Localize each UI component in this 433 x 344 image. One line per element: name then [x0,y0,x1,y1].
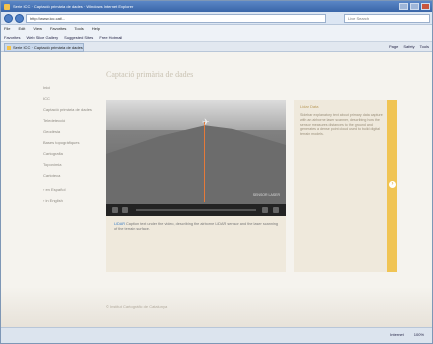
nav-item-cartografia[interactable]: Cartografia [43,151,98,156]
window-title: Serie ICC · Captació primària de dades ·… [13,4,134,9]
content-panel: ✈ SENSOR LASER LiDAR Caption text under … [106,100,286,272]
language-link-en[interactable]: › in English [43,198,98,203]
tab-bar: Serie ICC · Captació primària de dades P… [1,42,432,52]
safety-menu[interactable]: Safety [403,44,414,49]
menu-file[interactable]: File [4,25,10,33]
video-caption: LiDAR Caption text under the video, desc… [114,222,278,232]
address-bar: http://www.icc.cat/... Live Search [1,12,432,25]
menu-edit[interactable]: Edit [18,25,25,33]
window-controls [399,3,430,10]
left-navigation: Inici ICC Captació primària de dades Tel… [43,85,98,209]
nav-item-bases[interactable]: Bases topogràfiques [43,140,98,145]
page-title: Captació primària de dades [106,70,194,79]
web-page: Captació primària de dades Inici ICC Cap… [1,52,432,327]
video-player[interactable]: ✈ SENSOR LASER [106,100,286,216]
maximize-button[interactable] [410,3,419,10]
sidebar-text: Sidebar explanatory text about primary d… [300,113,383,137]
nav-item-toponimia[interactable]: Toponímia [43,162,98,167]
url-input[interactable]: http://www.icc.cat/... [26,14,326,23]
stop-button[interactable] [122,207,128,213]
favorites-bar: Favorites Web Slice Gallery Suggested Si… [1,33,432,42]
airplane-icon: ✈ [202,117,210,127]
decorative-wave [1,287,432,327]
caption-link[interactable]: LiDAR [114,222,125,226]
browser-tab[interactable]: Serie ICC · Captació primària de dades [4,43,84,52]
internet-zone: Internet [390,332,404,337]
video-sky [106,100,286,130]
nav-item-icc[interactable]: ICC [43,96,98,101]
status-right: Internet 100% [390,332,424,337]
volume-button[interactable] [262,207,268,213]
ie-icon [4,4,10,10]
menu-view[interactable]: View [33,25,42,33]
nav-item-inici[interactable]: Inici [43,85,98,90]
close-button[interactable] [421,3,430,10]
caption-text: Caption text under the video, describing… [114,222,279,231]
page-menu[interactable]: Page [389,44,398,49]
command-bar: Page Safety Tools [389,44,429,49]
fullscreen-button[interactable] [273,207,279,213]
video-progress[interactable] [136,209,256,211]
slider-bar[interactable]: › [387,100,397,272]
favorites-link[interactable]: Free Hotmail [99,33,122,41]
tab-label: Serie ICC · Captació primària de dades [13,45,83,50]
zoom-level[interactable]: 100% [414,332,424,337]
chevron-right-icon[interactable]: › [389,181,396,188]
sidebar-heading: Lidar Data [300,104,319,109]
menu-help[interactable]: Help [92,25,100,33]
menu-favorites[interactable]: Favorites [50,25,66,33]
menu-bar: File Edit View Favorites Tools Help [1,25,432,33]
laser-beam [204,122,205,202]
page-footer: © Institut Cartogràfic de Catalunya [106,304,168,309]
back-button[interactable] [4,14,13,23]
search-input[interactable]: Live Search [344,14,430,23]
minimize-button[interactable] [399,3,408,10]
video-controls [106,204,286,216]
page-icon [7,46,11,50]
favorites-link[interactable]: Web Slice Gallery [26,33,58,41]
video-overlay-label: SENSOR LASER [252,193,280,197]
favorites-link[interactable]: Suggested Sites [64,33,93,41]
play-button[interactable] [112,207,118,213]
browser-window: Serie ICC · Captació primària de dades ·… [0,0,433,344]
menu-tools[interactable]: Tools [74,25,83,33]
nav-item-teledeteccio[interactable]: Teledetecció [43,118,98,123]
favorites-button[interactable]: Favorites [4,33,20,41]
nav-item-geodesia[interactable]: Geodèsia [43,129,98,134]
tools-menu[interactable]: Tools [420,44,429,49]
status-bar: Internet 100% [1,327,432,343]
language-link-es[interactable]: › en Español [43,187,98,192]
nav-item-cartoteca[interactable]: Cartoteca [43,173,98,178]
info-sidebar: Lidar Data Sidebar explanatory text abou… [294,100,387,272]
title-bar: Serie ICC · Captació primària de dades ·… [1,1,432,12]
forward-button[interactable] [15,14,24,23]
nav-item-captacio[interactable]: Captació primària de dades [43,107,98,112]
